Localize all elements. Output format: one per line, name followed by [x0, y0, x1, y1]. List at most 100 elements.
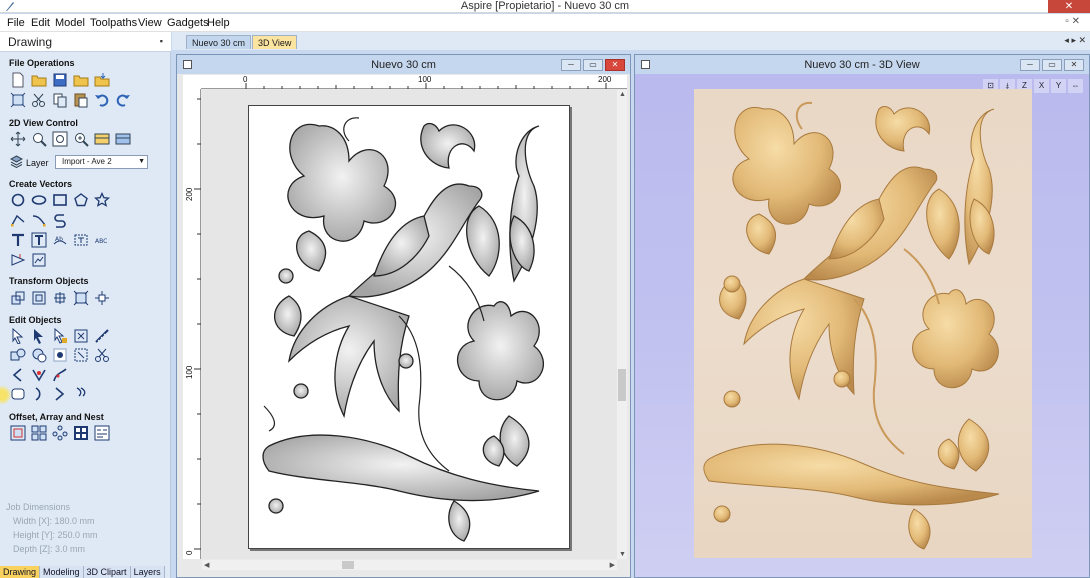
array-copy-icon[interactable] [31, 425, 47, 441]
offset-curve-icon[interactable] [73, 386, 89, 402]
scroll-down-icon[interactable]: ▼ [619, 551, 626, 558]
tab-3d-view[interactable]: 3D View [252, 35, 298, 49]
minimize-button[interactable]: ─ [1020, 59, 1040, 71]
node-edit-icon[interactable] [31, 328, 47, 344]
text-on-curve-icon[interactable]: Ab [52, 232, 68, 248]
tab-drawing[interactable]: Drawing [0, 566, 41, 578]
text-bend-icon[interactable]: ABC [94, 232, 110, 248]
nest-parts-icon[interactable] [73, 425, 89, 441]
redo-icon[interactable] [115, 92, 131, 108]
menu-model[interactable]: Model [55, 16, 85, 30]
undo-icon[interactable] [94, 92, 110, 108]
view-x-icon[interactable]: X [1034, 79, 1049, 93]
circular-array-icon[interactable] [52, 425, 68, 441]
weld-icon[interactable] [10, 347, 26, 363]
zoom-extents-icon[interactable] [52, 131, 68, 147]
menu-help[interactable]: Help [207, 16, 230, 30]
pan-icon[interactable] [10, 131, 26, 147]
scale-icon[interactable] [31, 290, 47, 306]
circle-tool-icon[interactable] [10, 192, 26, 208]
measure-icon[interactable] [94, 328, 110, 344]
folder-icon[interactable] [73, 72, 89, 88]
paste-icon[interactable] [73, 92, 89, 108]
subtract-icon[interactable] [31, 347, 47, 363]
close-button[interactable]: ✕ [1064, 59, 1084, 71]
curve-tool-icon[interactable] [31, 212, 47, 228]
close-button[interactable]: ✕ [605, 59, 625, 71]
job-setup-icon[interactable] [10, 92, 26, 108]
vertical-scrollbar[interactable]: ▲ ▼ [617, 90, 627, 559]
3d-model-board[interactable] [694, 89, 1032, 558]
tab-nuevo-30cm[interactable]: Nuevo 30 cm [186, 35, 252, 49]
join-vectors-icon[interactable] [10, 367, 26, 383]
menu-view[interactable]: View [138, 16, 162, 30]
tab-modeling[interactable]: Modeling [40, 566, 84, 578]
move-icon[interactable] [10, 290, 26, 306]
import-icon[interactable] [94, 72, 110, 88]
scroll-up-icon[interactable]: ▲ [619, 91, 626, 98]
open-folder-icon[interactable] [31, 72, 47, 88]
tab-layers[interactable]: Layers [130, 566, 165, 578]
align-icon[interactable] [94, 290, 110, 306]
auto-layout-text-icon[interactable] [31, 232, 47, 248]
trim-icon[interactable] [94, 347, 110, 363]
fillet-icon[interactable] [52, 367, 68, 383]
bitmap-trace-icon[interactable] [31, 252, 47, 268]
drawing-canvas[interactable] [202, 90, 617, 559]
view-model-icon[interactable] [115, 131, 131, 147]
offset-icon[interactable] [10, 425, 26, 441]
group-icon[interactable] [73, 328, 89, 344]
mirror-icon[interactable] [73, 290, 89, 306]
text-tool-icon[interactable] [10, 232, 26, 248]
view-flip-icon[interactable]: ⇔ [1068, 79, 1083, 93]
zoom-in-icon[interactable] [73, 131, 89, 147]
mdi-restore-icon[interactable]: ▫ ✕ [1065, 16, 1080, 27]
save-icon[interactable] [52, 72, 68, 88]
scroll-right-icon[interactable]: ▶ [610, 561, 615, 569]
interactive-select-icon[interactable] [52, 328, 68, 344]
dimension-tool-icon[interactable] [10, 252, 26, 268]
restore-button[interactable]: ▭ [583, 59, 603, 71]
menu-toolpaths[interactable]: Toolpaths [90, 16, 137, 30]
pin-icon[interactable]: ▪ [160, 36, 163, 46]
star-tool-icon[interactable] [94, 192, 110, 208]
menu-file[interactable]: File [7, 16, 25, 30]
horizontal-scroll-thumb[interactable] [342, 561, 354, 569]
window-close-button[interactable]: ✕ [1048, 0, 1090, 13]
menu-gadgets[interactable]: Gadgets [167, 16, 209, 30]
zoom-box-icon[interactable] [31, 131, 47, 147]
polygon-tool-icon[interactable] [73, 192, 89, 208]
smart-snap-icon[interactable] [73, 347, 89, 363]
rectangle-tool-icon[interactable] [52, 192, 68, 208]
tab-3d-clipart[interactable]: 3D Clipart [83, 566, 131, 578]
section-view-control: 2D View Control [9, 118, 78, 128]
layer-dropdown[interactable]: Import - Ave 2 ▼ [55, 155, 148, 169]
intersect-icon[interactable] [52, 347, 68, 363]
edit-objects-row-3 [10, 367, 68, 383]
close-vector-icon[interactable] [31, 367, 47, 383]
text-arc-icon[interactable] [73, 232, 89, 248]
view-sheet-icon[interactable] [94, 131, 110, 147]
ellipse-tool-icon[interactable] [31, 192, 47, 208]
select-pointer-icon[interactable] [10, 328, 26, 344]
copy-icon[interactable] [52, 92, 68, 108]
cut-icon[interactable] [31, 92, 47, 108]
scroll-left-icon[interactable]: ◀ [204, 561, 209, 569]
polyline-tool-icon[interactable] [10, 212, 26, 228]
job-depth: Depth [Z]: 3.0 mm [13, 544, 86, 554]
restore-button[interactable]: ▭ [1042, 59, 1062, 71]
tab-nav-arrows-icon[interactable]: ◂ ▸ ✕ [1064, 35, 1086, 46]
vertical-scroll-thumb[interactable] [618, 369, 626, 401]
spiral-tool-icon[interactable] [52, 212, 68, 228]
rotate-icon[interactable] [52, 290, 68, 306]
view-y-icon[interactable]: Y [1051, 79, 1066, 93]
chamfer-icon[interactable] [52, 386, 68, 402]
new-file-icon[interactable] [10, 72, 26, 88]
rounded-rect-icon[interactable] [10, 386, 26, 402]
minimize-button[interactable]: ─ [561, 59, 581, 71]
ruler-h-label-100: 100 [418, 75, 432, 84]
horizontal-scrollbar[interactable]: ◀ ▶ [202, 560, 617, 570]
menu-edit[interactable]: Edit [31, 16, 50, 30]
fit-in-area-icon[interactable] [94, 425, 110, 441]
extend-icon[interactable] [31, 386, 47, 402]
